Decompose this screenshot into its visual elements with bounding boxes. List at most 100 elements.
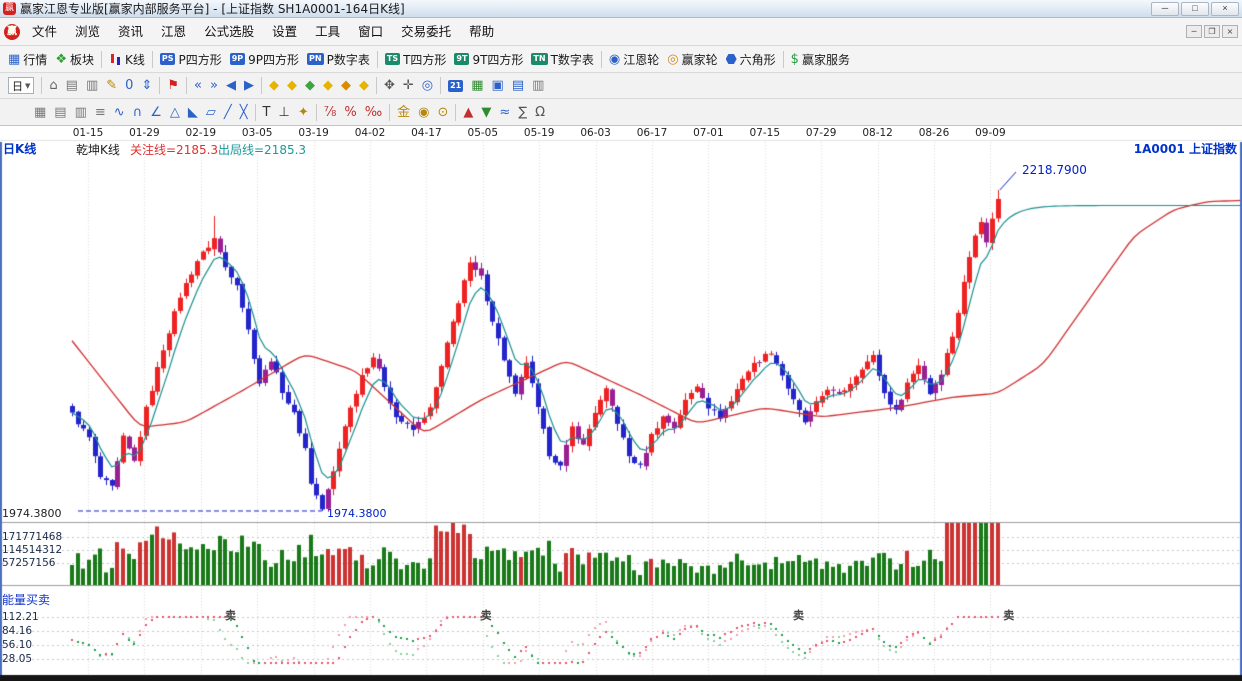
notes-icon[interactable]: ▥ (82, 75, 102, 96)
star-tool[interactable]: ✦ (294, 102, 313, 123)
kline-button[interactable]: K线 (105, 49, 149, 70)
band-tool[interactable]: ≈ (495, 102, 514, 123)
t-square-button[interactable]: TST四方形 (381, 49, 451, 70)
menu-items: 文件浏览资讯江恩公式选股设置工具窗口交易委托帮助 (23, 18, 503, 45)
menu-item-7[interactable]: 窗口 (349, 18, 392, 45)
clipboard-icon[interactable]: ▤ (62, 75, 82, 96)
p-number-table-button[interactable]: PNP数字表 (303, 49, 374, 70)
support-tool[interactable]: ▲ (459, 102, 477, 123)
date-label: 08-26 (912, 127, 956, 139)
diamond-tool-2[interactable]: ◆ (283, 75, 301, 96)
grid-tool-icon: ▦ (34, 106, 46, 119)
date-label: 07-01 (686, 127, 730, 139)
diamond-tool-1[interactable]: ◆ (265, 75, 283, 96)
sectors-button[interactable]: ❖板块 (51, 49, 98, 70)
tsquare-tool[interactable]: ⊥ (274, 102, 293, 123)
text-tool[interactable]: T (259, 102, 275, 123)
t9-square-button-icon: 9T (454, 53, 469, 65)
golden-section-tool[interactable]: 金 (393, 102, 414, 123)
p-number-table-button-label: P数字表 (327, 51, 370, 68)
minimize-button[interactable]: ─ (1151, 2, 1179, 16)
permille-tool-icon: ‰ (365, 106, 382, 119)
sum-tool[interactable]: ∑ (514, 102, 531, 123)
diamond-tool-4[interactable]: ◆ (319, 75, 337, 96)
menu-item-9[interactable]: 帮助 (460, 18, 503, 45)
golden-arc-tool[interactable]: ⊙ (434, 102, 453, 123)
golden-circle-tool[interactable]: ◉ (414, 102, 433, 123)
grid-tool[interactable]: ▦ (30, 102, 50, 123)
gann-box-tool[interactable]: ▱ (202, 102, 220, 123)
grid-chart-icon[interactable]: ▦ (467, 75, 487, 96)
mdi-close-button[interactable]: × (1222, 25, 1238, 38)
cross-lines-tool[interactable]: ╳ (236, 102, 252, 123)
p9-square-button[interactable]: 9P9P四方形 (226, 49, 303, 70)
t9-square-button[interactable]: 9T9T四方形 (450, 49, 527, 70)
mdi-minimize-button[interactable]: ─ (1186, 25, 1202, 38)
permille-tool[interactable]: ‰ (361, 102, 386, 123)
calendar-21-icon[interactable]: 21 (444, 75, 467, 96)
winner-wheel-button[interactable]: ◎赢家轮 (663, 49, 721, 70)
t-number-table-button-label: T数字表 (551, 51, 594, 68)
menu-item-0[interactable]: 文件 (23, 18, 66, 45)
p-square-button[interactable]: PSP四方形 (156, 49, 226, 70)
cross-lines-tool-icon: ╳ (240, 106, 248, 119)
app-badge-icon: 赢 (4, 24, 20, 40)
levels-tool[interactable]: ≡ (91, 102, 110, 123)
crosshair-tool[interactable]: ✛ (399, 75, 418, 96)
hand-tool[interactable]: ✥ (380, 75, 399, 96)
menu-item-2[interactable]: 资讯 (109, 18, 152, 45)
updown-icon[interactable]: ⇕ (137, 75, 156, 96)
price-chart-canvas[interactable] (0, 126, 1242, 681)
home-icon[interactable]: ⌂ (45, 75, 61, 96)
vline-grid-tool[interactable]: ▥ (71, 102, 91, 123)
nav-first-icon[interactable]: « (190, 75, 206, 96)
energy-axis-label: 112.21 (2, 611, 39, 623)
chart-area: 01-1501-2902-1903-0503-1904-0204-1705-05… (0, 126, 1242, 681)
fraction-tool[interactable]: ⅞ (320, 102, 341, 123)
cycle-tool[interactable]: Ω (531, 102, 549, 123)
menu-item-4[interactable]: 公式选股 (195, 18, 263, 45)
angle-tool[interactable]: ∠ (146, 102, 166, 123)
close-button[interactable]: × (1211, 2, 1239, 16)
percent-tool[interactable]: % (340, 102, 360, 123)
menu-item-8[interactable]: 交易委托 (392, 18, 460, 45)
pencil-icon[interactable]: ✎ (102, 75, 121, 96)
high-annotation: 2218.7900 (1022, 163, 1087, 177)
hline-grid-tool-icon: ▤ (54, 106, 66, 119)
diamond-tool-3[interactable]: ◆ (301, 75, 319, 96)
menu-item-5[interactable]: 设置 (263, 18, 306, 45)
menu-item-6[interactable]: 工具 (306, 18, 349, 45)
quotes-button[interactable]: ▦行情 (4, 49, 51, 70)
trendline-tool[interactable]: ╱ (220, 102, 236, 123)
cycle-tool-icon: Ω (535, 106, 545, 119)
hexagon-button[interactable]: 六角形 (722, 49, 780, 70)
sum-tool-icon: ∑ (518, 106, 527, 119)
wave-tool[interactable]: ∿ (110, 102, 129, 123)
nav-prev-icon[interactable]: ◀ (222, 75, 240, 96)
triangle-tool[interactable]: △ (166, 102, 184, 123)
resistance-tool[interactable]: ▼ (477, 102, 495, 123)
save-layout-icon[interactable]: ▥ (528, 75, 548, 96)
nav-next-icon[interactable]: ▶ (240, 75, 258, 96)
quotes-button-label: 行情 (23, 51, 47, 68)
gann-wheel-button[interactable]: ◉江恩轮 (605, 49, 663, 70)
mdi-restore-button[interactable]: ❐ (1204, 25, 1220, 38)
menu-item-3[interactable]: 江恩 (152, 18, 195, 45)
reset-zero-icon[interactable]: 0 (121, 75, 137, 96)
diamond-tool-5[interactable]: ◆ (337, 75, 355, 96)
arc-tool[interactable]: ∩ (129, 102, 147, 123)
period-select[interactable]: 日▼ (4, 75, 38, 96)
nav-last-icon[interactable]: » (206, 75, 222, 96)
diamond-tool-6[interactable]: ◆ (355, 75, 373, 96)
zoom-tool[interactable]: ◎ (418, 75, 437, 96)
winner-service-button[interactable]: $赢家服务 (787, 49, 854, 70)
panel-icon[interactable]: ▣ (488, 75, 508, 96)
menu-item-1[interactable]: 浏览 (66, 18, 109, 45)
t-number-table-button[interactable]: TNT数字表 (527, 49, 598, 70)
fan-tool[interactable]: ◣ (184, 102, 202, 123)
levels-tool-icon: ≡ (95, 106, 106, 119)
report-icon[interactable]: ▤ (508, 75, 528, 96)
hline-grid-tool[interactable]: ▤ (50, 102, 70, 123)
maximize-button[interactable]: □ (1181, 2, 1209, 16)
flag-icon[interactable]: ⚑ (163, 75, 183, 96)
